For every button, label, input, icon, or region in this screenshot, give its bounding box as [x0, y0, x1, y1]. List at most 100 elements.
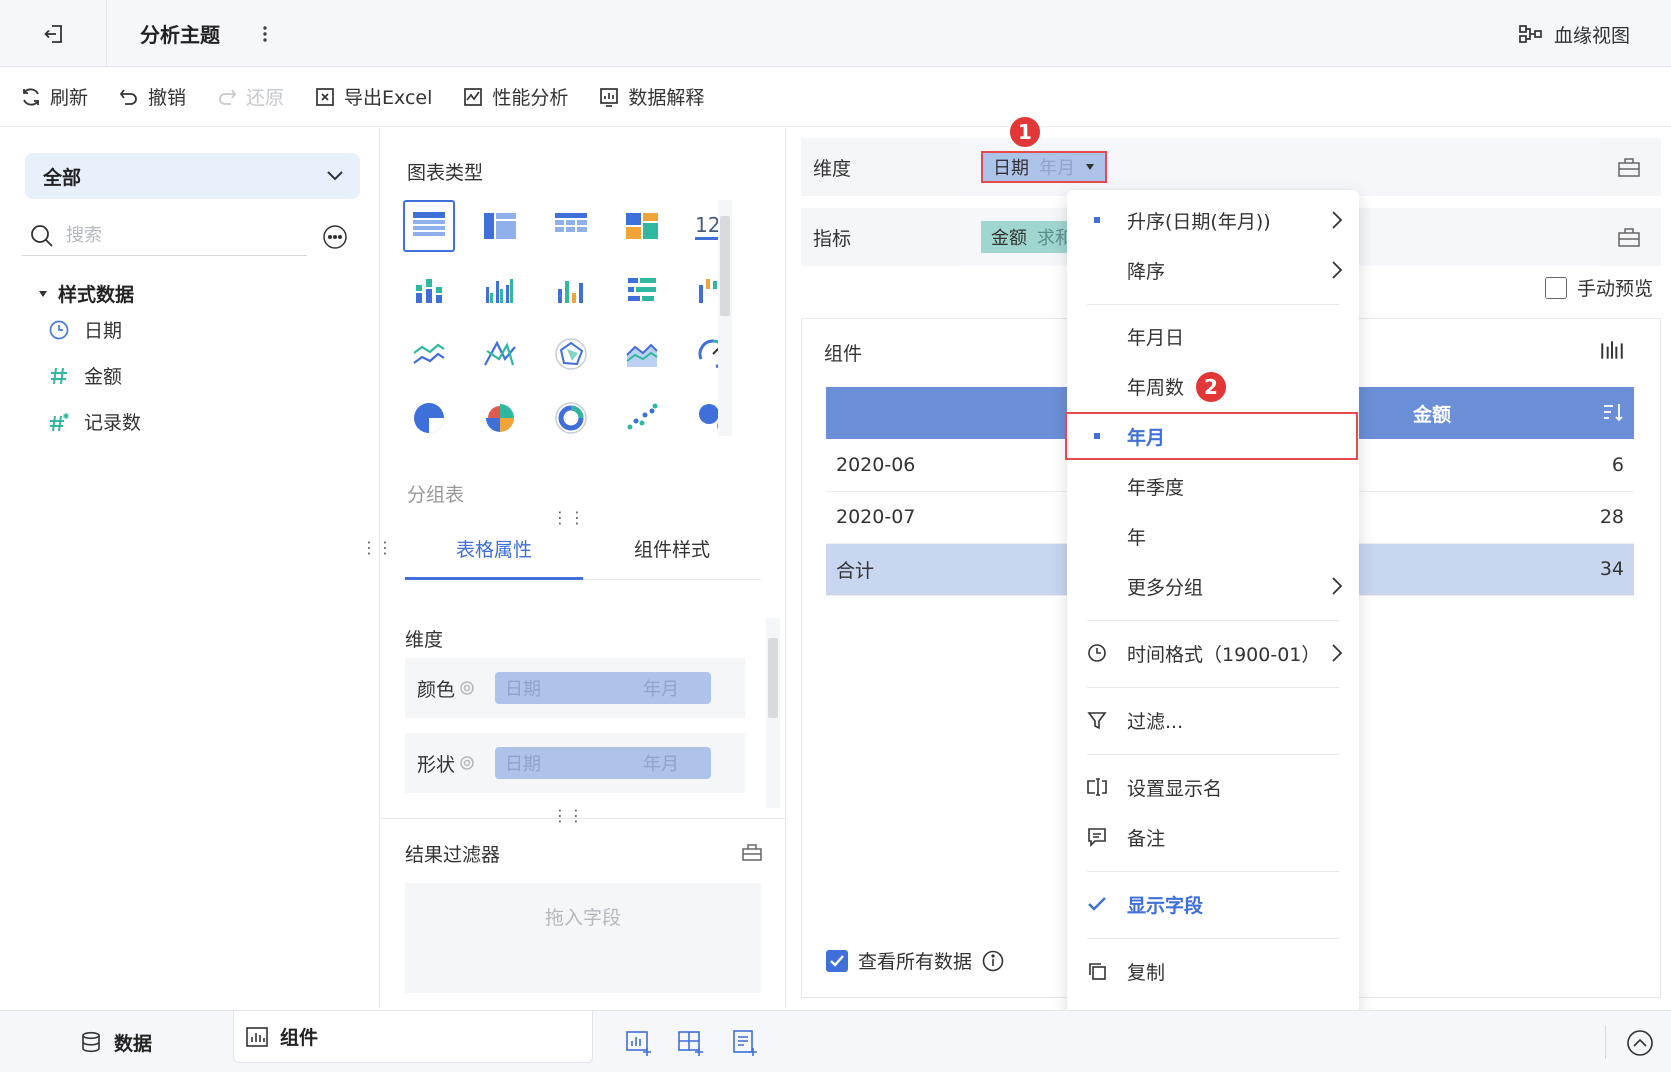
chart-type-stacked-bar[interactable] [403, 264, 455, 316]
chart-type-kpi-card[interactable] [616, 200, 668, 252]
menu-item-copy[interactable]: 复制 [1067, 949, 1359, 993]
gear-icon[interactable] [459, 755, 475, 771]
result-filter-dropzone[interactable]: 拖入字段 [405, 883, 761, 993]
chart-type-rose[interactable] [474, 392, 526, 444]
chart-type-multi-bar[interactable] [474, 264, 526, 316]
manual-preview-checkbox[interactable] [1545, 276, 1567, 299]
horizontal-bar-icon [628, 278, 656, 301]
chart-type-horizontal-bar[interactable] [616, 264, 668, 316]
bottom-bar: 数据 组件 [0, 1010, 1671, 1072]
caret-down-icon [1086, 164, 1094, 170]
chart-settings-icon[interactable] [1599, 339, 1625, 363]
collapse-up-icon[interactable] [1626, 1029, 1654, 1057]
chart-type-radar[interactable] [545, 328, 597, 380]
refresh-button[interactable]: 刷新 [20, 83, 88, 110]
shelf-config-icon[interactable] [1616, 224, 1642, 250]
filter-config-icon[interactable] [741, 842, 763, 862]
resize-handle-left[interactable]: ⋮⋮ [361, 538, 393, 557]
perf-analysis-button[interactable]: 性能分析 [462, 83, 568, 110]
menu-item-note[interactable]: 备注 [1067, 815, 1359, 859]
field-panel-more-button[interactable] [322, 224, 348, 250]
shelf-config-icon[interactable] [1616, 154, 1642, 180]
chart-type-line[interactable] [403, 328, 455, 380]
chart-type-area[interactable] [616, 328, 668, 380]
copy-icon [1089, 963, 1106, 980]
menu-item-label: 升序(日期(年月)) [1127, 210, 1271, 233]
menu-item-more-groups[interactable]: 更多分组 [1067, 564, 1359, 608]
menu-item-filter[interactable]: 过滤... [1067, 698, 1359, 742]
menu-item-label: 年季度 [1127, 476, 1185, 499]
see-all-data-toggle[interactable]: 查看所有数据 [826, 947, 1004, 974]
drop-hint: 拖入字段 [544, 907, 621, 929]
chart-type-cross-table[interactable] [545, 200, 597, 252]
menu-item-set-display-name[interactable]: 设置显示名 [1067, 765, 1359, 809]
menu-item-sort-desc[interactable]: 降序 [1067, 248, 1359, 292]
menu-item-group-ymd[interactable]: 年月日 [1067, 314, 1359, 358]
gear-icon[interactable] [459, 680, 475, 696]
field-search-input[interactable] [66, 225, 266, 246]
redo-button[interactable]: 还原 [216, 83, 284, 110]
dimension-field-chip[interactable]: 日期 年月 [981, 151, 1107, 183]
tab-table-properties[interactable]: 表格属性 [405, 518, 583, 580]
chart-grid-scrollbar[interactable] [718, 200, 732, 436]
undo-button[interactable]: 撤销 [118, 83, 186, 110]
menu-item-group-ym[interactable]: 年月 [1067, 414, 1359, 458]
menu-item-label: 时间格式（1900-01） [1127, 643, 1321, 666]
menu-item-sort-asc[interactable]: 升序(日期(年月)) [1067, 198, 1359, 242]
export-excel-button[interactable]: 导出Excel [314, 83, 432, 110]
field-item-amount[interactable]: 金额 [48, 362, 122, 389]
field-item-label: 日期 [84, 320, 123, 342]
exit-button[interactable] [34, 18, 74, 50]
field-group-styledata[interactable]: 样式数据 [38, 280, 134, 307]
prop-pill-group: 年月 [643, 754, 679, 775]
chart-type-donut[interactable] [545, 392, 597, 444]
props-scroll-thumb[interactable] [768, 638, 778, 718]
pie-chart-icon [414, 403, 444, 433]
see-all-data-checkbox[interactable] [826, 949, 848, 972]
add-dashboard-icon[interactable] [677, 1029, 705, 1057]
hash-icon [51, 367, 67, 384]
add-component-icon[interactable] [625, 1029, 653, 1057]
props-scrollbar[interactable] [766, 618, 780, 808]
bottom-tab-component-label: 组件 [280, 1027, 319, 1049]
prop-color-field-pill[interactable]: 日期 年月 [495, 672, 711, 704]
resize-handle-bottom[interactable]: ⋮⋮ [552, 806, 584, 825]
toolbar: 刷新 撤销 还原 导出Excel 性能分析 数据解释 [0, 67, 1671, 127]
sort-icon[interactable] [1602, 401, 1624, 423]
chart-type-bar[interactable] [545, 264, 597, 316]
menu-item-show-field[interactable]: 显示字段 [1067, 882, 1359, 926]
clock-icon [49, 320, 69, 339]
lineage-view-label: 血缘视图 [1554, 24, 1631, 47]
menu-item-group-y[interactable]: 年 [1067, 514, 1359, 558]
menu-item-time-format[interactable]: 时间格式（1900-01） [1067, 631, 1359, 675]
stacked-bar-icon [416, 279, 442, 303]
prop-row-shape: 形状 日期 年月 [405, 733, 745, 793]
chart-type-grouped-table[interactable] [403, 200, 455, 252]
chart-type-detail-table[interactable] [474, 200, 526, 252]
menu-item-label: 备注 [1127, 827, 1166, 850]
info-icon[interactable] [982, 950, 1004, 972]
lineage-view-button[interactable]: 血缘视图 [1518, 18, 1630, 50]
prop-shape-field-pill[interactable]: 日期 年月 [495, 747, 711, 779]
excel-icon [316, 87, 334, 106]
add-report-icon[interactable] [731, 1029, 759, 1057]
manual-preview-toggle[interactable]: 手动预览 [1545, 274, 1653, 301]
chart-type-pie[interactable] [403, 392, 455, 444]
bottom-tab-component[interactable]: 组件 [233, 1011, 593, 1063]
chart-config-panel: 图表类型 123 分组表 ⋮⋮ ⋮⋮ 表格属性 组件样式 维度 颜色 日期 年月… [361, 128, 786, 1008]
menu-item-group-yq[interactable]: 年季度 [1067, 464, 1359, 508]
tab-component-style[interactable]: 组件样式 [583, 518, 761, 579]
data-explain-button[interactable]: 数据解释 [598, 83, 704, 110]
field-item-record-count[interactable]: 记录数 [48, 408, 141, 435]
chart-type-radar-line[interactable] [474, 328, 526, 380]
chart-grid-scroll-thumb[interactable] [720, 216, 730, 316]
bottom-tab-data[interactable]: 数据 [80, 1011, 152, 1072]
field-filter-select[interactable]: 全部 [25, 153, 360, 199]
dimension-shelf: 维度 日期 年月 [801, 138, 1661, 196]
title-more-button[interactable] [255, 20, 275, 48]
chart-type-scatter[interactable] [616, 392, 668, 444]
caret-down-icon [39, 290, 47, 297]
check-icon [1088, 897, 1106, 911]
dimension-shelf-label: 维度 [813, 158, 852, 180]
field-item-date[interactable]: 日期 [48, 316, 122, 343]
